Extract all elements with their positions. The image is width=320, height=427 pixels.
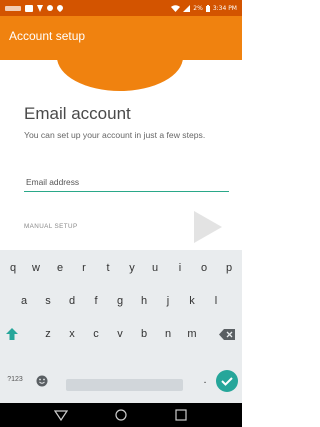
key-v[interactable]: v — [110, 320, 130, 348]
key-f[interactable]: f — [86, 287, 106, 315]
key-y[interactable]: y — [122, 254, 142, 282]
page-title: Account setup — [9, 29, 86, 43]
arrow-right-icon[interactable] — [188, 208, 224, 246]
back-icon[interactable] — [54, 408, 68, 422]
wifi-icon — [171, 4, 181, 12]
section-heading: Email account — [24, 104, 131, 123]
notification-icon — [5, 5, 21, 11]
recents-icon[interactable] — [174, 408, 188, 422]
clock: 3:34 PM — [212, 4, 237, 12]
key-z[interactable]: z — [38, 320, 58, 348]
location-icon — [57, 4, 63, 12]
enter-button[interactable] — [216, 370, 238, 392]
home-icon[interactable] — [114, 408, 128, 422]
cast-icon — [47, 4, 53, 11]
key-h[interactable]: h — [134, 287, 154, 315]
keyboard-row-1: q w e r t y u i o p — [0, 254, 242, 284]
key-u[interactable]: u — [145, 254, 165, 282]
battery-icon — [205, 4, 210, 12]
cell-signal-icon — [183, 4, 191, 12]
manual-setup-button[interactable]: MANUAL SETUP — [24, 223, 78, 230]
status-right: 2% 3:34 PM — [171, 4, 237, 12]
key-e[interactable]: e — [50, 254, 70, 282]
key-j[interactable]: j — [158, 287, 178, 315]
key-m[interactable]: m — [182, 320, 202, 348]
key-p[interactable]: p — [219, 254, 239, 282]
key-d[interactable]: d — [62, 287, 82, 315]
signal-icon — [37, 4, 43, 12]
symbols-key[interactable]: ?123 — [2, 366, 28, 394]
header-illustration — [57, 57, 183, 91]
app-bar: Account setup — [0, 16, 242, 60]
section-description: You can set up your account in just a fe… — [24, 130, 206, 140]
key-g[interactable]: g — [110, 287, 130, 315]
check-icon — [221, 377, 233, 386]
notification-icons — [5, 4, 63, 12]
shift-icon[interactable] — [6, 328, 18, 340]
key-w[interactable]: w — [26, 254, 46, 282]
key-l[interactable]: l — [206, 287, 226, 315]
image-icon — [25, 4, 33, 12]
key-r[interactable]: r — [74, 254, 94, 282]
spacebar[interactable] — [66, 379, 183, 391]
key-a[interactable]: a — [14, 287, 34, 315]
key-q[interactable]: q — [3, 254, 23, 282]
period-key[interactable]: . — [195, 366, 215, 394]
key-s[interactable]: s — [38, 287, 58, 315]
key-t[interactable]: t — [98, 254, 118, 282]
key-c[interactable]: c — [86, 320, 106, 348]
keyboard-row-3: z x c v b n m — [0, 320, 242, 350]
key-k[interactable]: k — [182, 287, 202, 315]
emoji-icon[interactable] — [36, 375, 48, 387]
email-field[interactable] — [24, 172, 229, 192]
key-o[interactable]: o — [194, 254, 214, 282]
key-i[interactable]: i — [170, 254, 190, 282]
key-x[interactable]: x — [62, 320, 82, 348]
battery-level: 2% — [193, 4, 203, 12]
keyboard-row-2: a s d f g h j k l — [0, 287, 242, 317]
key-n[interactable]: n — [158, 320, 178, 348]
navigation-bar — [0, 403, 242, 427]
key-b[interactable]: b — [134, 320, 154, 348]
status-bar: 2% 3:34 PM — [0, 0, 242, 16]
backspace-icon[interactable] — [219, 329, 235, 340]
